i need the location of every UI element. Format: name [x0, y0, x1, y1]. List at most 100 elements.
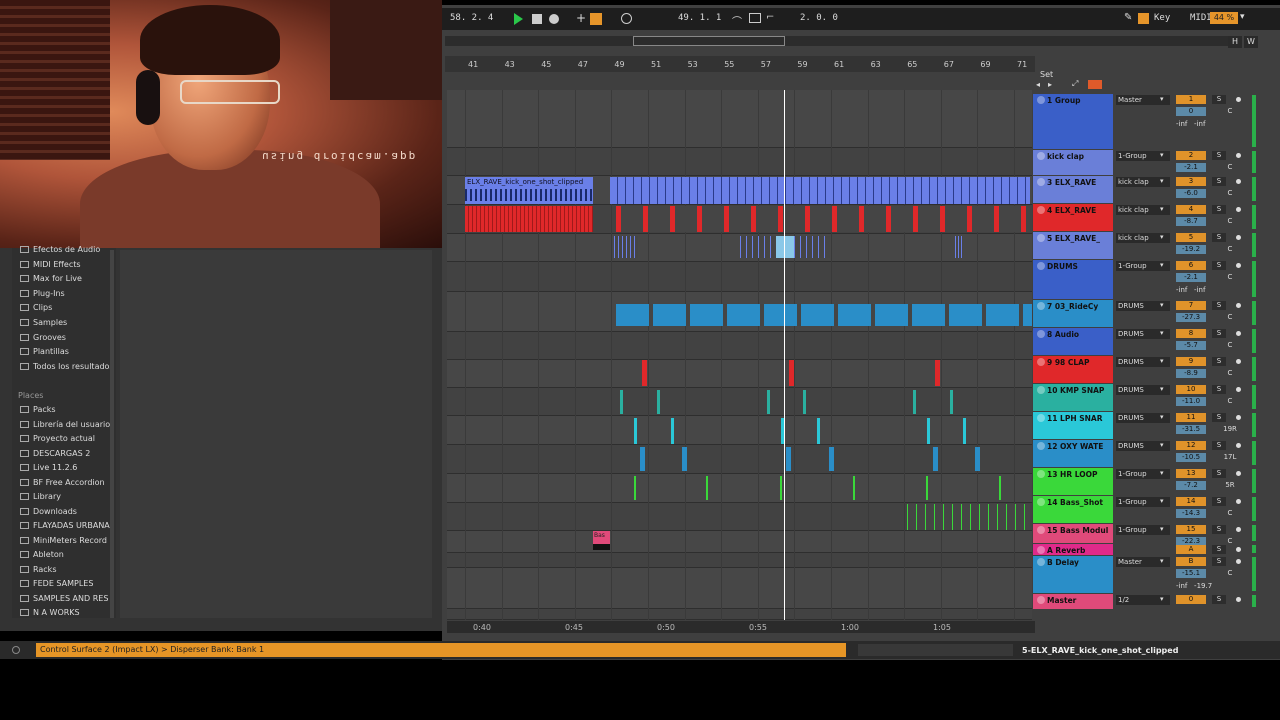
browser-category[interactable]: Plug-Ins	[20, 289, 65, 298]
add-icon[interactable]: +	[576, 11, 586, 25]
track-lane[interactable]	[447, 388, 1032, 416]
pan-field[interactable]: C	[1212, 217, 1248, 226]
chevron-down-icon[interactable]: ▾	[1160, 357, 1164, 365]
fold-icon[interactable]	[1037, 596, 1045, 604]
track-activator[interactable]: B	[1176, 557, 1206, 566]
pan-field[interactable]: C	[1212, 163, 1248, 172]
chevron-down-icon[interactable]: ▾	[1160, 525, 1164, 533]
track-name[interactable]: 3 ELX_RAVE	[1047, 178, 1109, 187]
pan-field[interactable]: 19R	[1212, 425, 1248, 434]
browser-place[interactable]: FLAYADAS URBANA	[20, 521, 110, 530]
track-lane[interactable]	[447, 90, 1032, 148]
fold-icon[interactable]	[1037, 330, 1045, 338]
fold-icon[interactable]	[1037, 152, 1045, 160]
pan-field[interactable]: C	[1212, 107, 1248, 116]
track-activator[interactable]: 9	[1176, 357, 1206, 366]
track-activator[interactable]: 14	[1176, 497, 1206, 506]
browser-category[interactable]: MIDI Effects	[20, 260, 81, 269]
chevron-down-icon[interactable]: ▾	[1160, 233, 1164, 241]
clip-water-d[interactable]	[829, 447, 834, 471]
browser-place[interactable]: MiniMeters Record	[20, 536, 107, 545]
clip-bass-mod-body[interactable]	[593, 544, 610, 550]
track-lane[interactable]	[447, 531, 1032, 553]
pan-field[interactable]: C	[1212, 509, 1248, 518]
clip-snap-e[interactable]	[913, 390, 916, 414]
browser-place[interactable]: Downloads	[20, 507, 77, 516]
volume-field[interactable]: 0	[1176, 107, 1206, 116]
track-name[interactable]: 7 03_RideCy	[1047, 302, 1109, 311]
fold-icon[interactable]	[1037, 558, 1045, 566]
volume-field[interactable]: -31.5	[1176, 425, 1206, 434]
clip-snare-a[interactable]	[634, 418, 637, 444]
punch-out-icon[interactable]: ⌐	[766, 12, 774, 23]
draw-mode-icon[interactable]: ✎	[1124, 12, 1132, 23]
browser-category[interactable]: Samples	[20, 318, 67, 327]
chevron-down-icon[interactable]: ▾	[1160, 151, 1164, 159]
solo-button[interactable]: S	[1212, 441, 1226, 450]
solo-button[interactable]: S	[1212, 301, 1226, 310]
track-activator[interactable]: 12	[1176, 441, 1206, 450]
track-name[interactable]: 10 KMP SNAP	[1047, 386, 1109, 395]
lock-icon[interactable]	[1088, 80, 1102, 89]
midi-map-button[interactable]: MIDI	[1190, 13, 1212, 23]
track-activator[interactable]: 13	[1176, 469, 1206, 478]
track-activator[interactable]: 6	[1176, 261, 1206, 270]
solo-button[interactable]: S	[1212, 413, 1226, 422]
track-lane[interactable]	[447, 360, 1032, 388]
volume-field[interactable]: -5.7	[1176, 341, 1206, 350]
fold-icon[interactable]	[1037, 262, 1045, 270]
track-lane[interactable]	[447, 262, 1032, 292]
arm-icon[interactable]	[1236, 443, 1241, 448]
clip-elx5-a[interactable]	[614, 236, 638, 258]
loop-switch-icon[interactable]	[749, 13, 761, 23]
pan-field[interactable]: C	[1212, 273, 1248, 282]
volume-field[interactable]: -15.1	[1176, 569, 1206, 578]
pan-field[interactable]: C	[1212, 189, 1248, 198]
browser-place[interactable]: Ableton	[20, 550, 64, 559]
clip-hrloop-e[interactable]	[926, 476, 928, 500]
fold-icon[interactable]	[1037, 178, 1045, 186]
arm-icon[interactable]	[1236, 387, 1241, 392]
browser-place[interactable]: FEDE SAMPLES	[20, 579, 93, 588]
clip-snap-a[interactable]	[620, 390, 623, 414]
browser-content[interactable]	[120, 250, 432, 618]
chevron-down-icon[interactable]: ▾	[1160, 441, 1164, 449]
overview-selection[interactable]	[633, 36, 785, 46]
browser-category[interactable]: Efectos de Audio	[20, 245, 100, 254]
arrow-right-icon[interactable]: ▸	[1048, 80, 1052, 89]
track-activator[interactable]: 5	[1176, 233, 1206, 242]
pan-field[interactable]: 5R	[1212, 481, 1248, 490]
arm-icon[interactable]	[1236, 359, 1241, 364]
fold-icon[interactable]	[1037, 206, 1045, 214]
clip-water-b[interactable]	[682, 447, 687, 471]
track-name[interactable]: DRUMS	[1047, 262, 1109, 271]
play-icon[interactable]	[514, 13, 523, 25]
clip-ride[interactable]	[616, 304, 1032, 326]
browser-place[interactable]: DESCARGAS 2	[20, 449, 90, 458]
fold-icon[interactable]	[1037, 358, 1045, 366]
track-lane[interactable]	[447, 416, 1032, 445]
volume-field[interactable]: -10.5	[1176, 453, 1206, 462]
chevron-down-icon[interactable]: ▾	[1160, 557, 1164, 565]
automation-arm-icon[interactable]	[590, 13, 602, 25]
track-lane[interactable]	[447, 474, 1032, 503]
solo-button[interactable]: S	[1212, 595, 1226, 604]
clip-kick[interactable]: ELX_RAVE_kick_one_shot_clipped	[465, 177, 593, 204]
loop-start[interactable]: 49. 1. 1	[678, 13, 721, 23]
solo-button[interactable]: S	[1212, 497, 1226, 506]
pan-field[interactable]: C	[1212, 369, 1248, 378]
solo-button[interactable]: S	[1212, 557, 1226, 566]
browser-category[interactable]: Clips	[20, 303, 52, 312]
clip-clap9-c[interactable]	[935, 360, 940, 386]
solo-button[interactable]: S	[1212, 525, 1226, 534]
clip-water-e[interactable]	[933, 447, 938, 471]
volume-field[interactable]: -19.2	[1176, 245, 1206, 254]
clip-snare-b[interactable]	[671, 418, 674, 444]
track-name[interactable]: 11 LPH SNAR	[1047, 414, 1109, 423]
track-name[interactable]: B Delay	[1047, 558, 1109, 567]
browser-place[interactable]: Librería del usuario	[20, 420, 110, 429]
volume-field[interactable]: -14.3	[1176, 509, 1206, 518]
track-lane[interactable]	[447, 148, 1032, 176]
arm-icon[interactable]	[1236, 179, 1241, 184]
keyboard-icon[interactable]	[1138, 13, 1149, 24]
